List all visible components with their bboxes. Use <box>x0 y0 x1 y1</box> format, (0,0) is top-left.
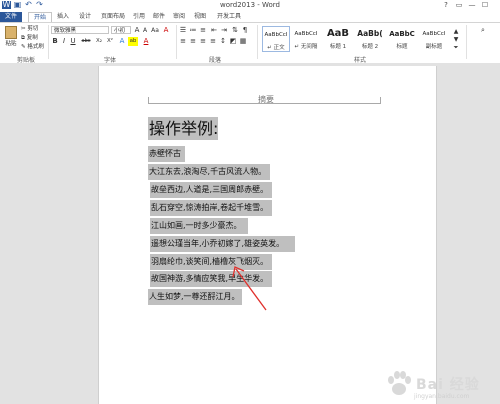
highlight-button[interactable]: ab <box>128 37 138 46</box>
increase-indent-icon[interactable]: ⇥ <box>220 26 228 35</box>
tab-design[interactable]: 设计 <box>76 12 94 22</box>
italic-button[interactable]: I <box>60 37 68 46</box>
style-name: 副标题 <box>425 44 443 50</box>
paste-button[interactable]: 粘贴 <box>3 26 19 50</box>
strikethrough-button[interactable]: abc <box>80 37 92 46</box>
change-case-button[interactable]: Aa <box>150 26 160 35</box>
style-sample: AaBbCcI <box>294 31 318 37</box>
shrink-font-button[interactable]: A <box>141 26 149 35</box>
brush-icon: ✎ <box>21 44 26 50</box>
borders-icon[interactable]: ▦ <box>239 37 247 46</box>
align-left-icon[interactable]: ≡ <box>179 37 187 46</box>
show-marks-icon[interactable]: ¶ <box>241 26 249 35</box>
superscript-button[interactable]: X² <box>105 37 115 46</box>
minimize-button[interactable]: — <box>466 0 478 10</box>
copy-icon: ⧉ <box>21 35 25 41</box>
scissors-icon: ✂ <box>21 26 26 32</box>
justify-icon[interactable]: ≡ <box>209 37 217 46</box>
shading-icon[interactable]: ◩ <box>229 37 237 46</box>
style-title[interactable]: AaBbC 标题 <box>388 26 416 52</box>
tab-mailings[interactable]: 邮件 <box>151 12 167 22</box>
document-line[interactable]: 江山如画,一时多少豪杰。 <box>150 218 248 234</box>
style-no-spacing[interactable]: AaBbCcI ↵ 无间隔 <box>292 26 320 52</box>
document-line[interactable]: 乱石穿空,惊涛拍岸,卷起千堆雪。 <box>150 200 272 216</box>
ribbon: 粘贴 ✂ 剪切 ⧉ 复制 ✎ 格式刷 剪贴板 微软雅黑 小初 A A Aa A … <box>0 22 500 65</box>
document-heading[interactable]: 操作举例: <box>148 117 218 140</box>
maximize-button[interactable]: ☐ <box>479 0 491 10</box>
document-line[interactable]: 遥想公瑾当年,小乔初嫁了,雄姿英发。 <box>150 236 295 252</box>
group-separator <box>257 25 258 59</box>
editing-icon[interactable]: ⌕ <box>472 26 494 35</box>
style-sample: AaBb( <box>357 29 383 38</box>
title-bar: W ▣ ↶ ↷ word2013 - Word ? ▭ — ☐ <box>0 0 500 11</box>
text-effects-button[interactable]: A <box>118 37 126 46</box>
style-name: 标题 1 <box>329 44 347 50</box>
styles-more-icon[interactable]: ⏷ <box>452 43 460 52</box>
font-size-select[interactable]: 小初 <box>111 26 131 34</box>
style-sample: AaBbCcI <box>264 32 288 38</box>
annotation-arrow <box>232 266 267 311</box>
header-text: 摘要 <box>258 95 274 104</box>
style-heading-2[interactable]: AaBb( 标题 2 <box>356 26 384 52</box>
document-line[interactable]: 大江东去,浪淘尽,千古风流人物。 <box>148 164 270 180</box>
style-name: 标题 <box>396 44 408 50</box>
copy-label: 复制 <box>26 35 38 41</box>
underline-button[interactable]: U <box>69 37 77 46</box>
paste-label: 粘贴 <box>5 41 17 47</box>
style-sample: AaB <box>326 28 350 39</box>
tab-review[interactable]: 审阅 <box>171 12 187 22</box>
format-painter-button[interactable]: ✎ 格式刷 <box>21 43 44 51</box>
group-separator <box>48 25 49 59</box>
style-name: ↵ 无间隔 <box>294 44 318 50</box>
copy-button[interactable]: ⧉ 复制 <box>21 34 38 42</box>
line-spacing-icon[interactable]: ↕ <box>219 37 227 46</box>
subscript-button[interactable]: X₂ <box>94 37 104 46</box>
tab-references[interactable]: 引用 <box>131 12 147 22</box>
tab-page-layout[interactable]: 页面布局 <box>97 12 129 22</box>
watermark-url: jingyan.baidu.com <box>414 393 470 400</box>
style-name: 标题 2 <box>361 44 379 50</box>
numbering-icon[interactable]: ≔ <box>189 26 197 35</box>
window-title: word2013 - Word <box>220 1 280 9</box>
style-sample: AaBbC <box>389 30 415 38</box>
decrease-indent-icon[interactable]: ⇤ <box>210 26 218 35</box>
group-separator <box>466 25 467 59</box>
help-button[interactable]: ? <box>440 0 452 10</box>
watermark-text: Bai 经验 <box>416 377 480 393</box>
tab-developer[interactable]: 开发工具 <box>213 12 245 22</box>
sort-icon[interactable]: ⇅ <box>231 26 239 35</box>
tab-view[interactable]: 视图 <box>192 12 208 22</box>
tab-file[interactable]: 文件 <box>0 12 22 22</box>
watermark: Bai 经验 jingyan.baidu.com <box>380 366 498 402</box>
clear-format-button[interactable]: A <box>162 26 170 35</box>
style-normal[interactable]: AaBbCcI ↵ 正文 <box>262 26 290 52</box>
align-right-icon[interactable]: ≡ <box>199 37 207 46</box>
document-line[interactable]: 赤壁怀古 <box>148 146 185 162</box>
style-name: ↵ 正文 <box>267 45 285 51</box>
document-line[interactable]: 人生如梦,一尊还酹江月。 <box>148 289 242 305</box>
clipboard-icon <box>5 26 17 39</box>
multilevel-list-icon[interactable]: ≡ <box>199 26 207 35</box>
tab-insert[interactable]: 插入 <box>54 12 72 22</box>
ribbon-display-button[interactable]: ▭ <box>453 0 465 10</box>
paw-logo <box>388 371 411 395</box>
document-line[interactable]: 故垒西边,人道是,三国周郎赤壁。 <box>150 182 272 198</box>
font-name-select[interactable]: 微软雅黑 <box>51 26 109 34</box>
font-color-button[interactable]: A <box>142 37 150 46</box>
style-sample: AaBbCcI <box>422 31 446 37</box>
bold-button[interactable]: B <box>51 37 59 46</box>
cut-button[interactable]: ✂ 剪切 <box>21 25 38 33</box>
group-separator <box>176 25 177 59</box>
style-subtitle[interactable]: AaBbCcI 副标题 <box>420 26 448 52</box>
align-center-icon[interactable]: ≡ <box>189 37 197 46</box>
style-heading-1[interactable]: AaB 标题 1 <box>324 26 352 52</box>
format-painter-label: 格式刷 <box>27 44 44 50</box>
bullets-icon[interactable]: ☰ <box>179 26 187 35</box>
header-marker <box>380 97 381 104</box>
cut-label: 剪切 <box>27 26 39 32</box>
ribbon-tabs: 文件 开始 插入 设计 页面布局 引用 邮件 审阅 视图 开发工具 <box>0 11 500 23</box>
grow-font-button[interactable]: A <box>133 26 141 35</box>
